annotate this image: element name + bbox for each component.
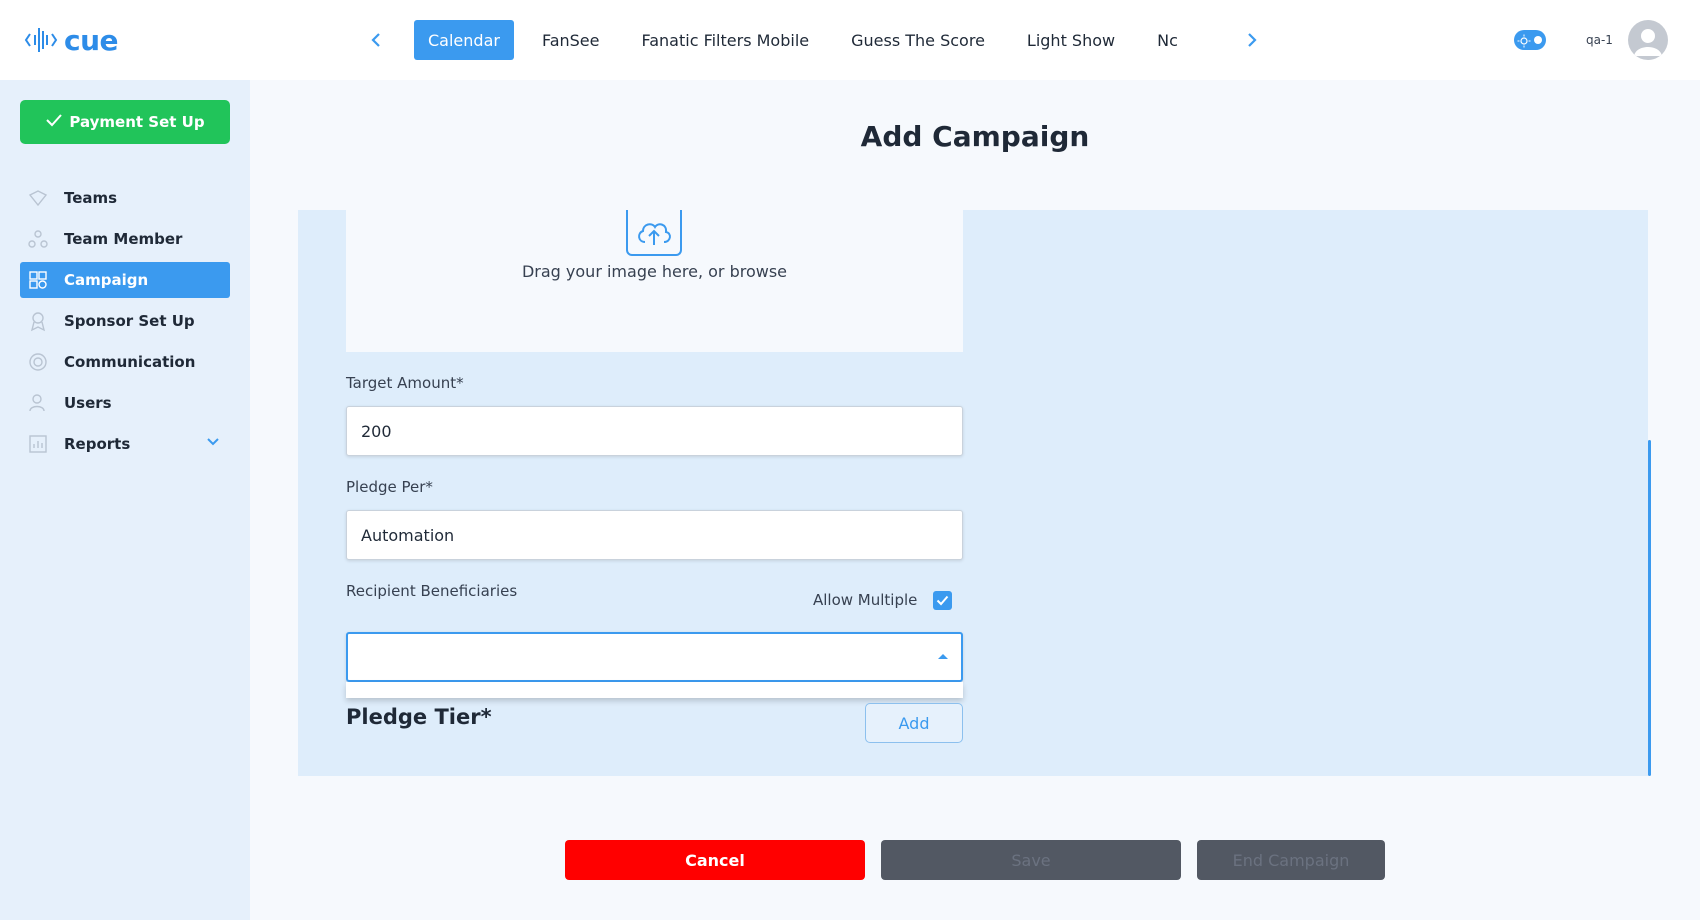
recipient-dropdown-list[interactable] xyxy=(346,682,963,698)
add-pledge-tier-button[interactable]: Add xyxy=(865,703,963,743)
end-campaign-button[interactable]: End Campaign xyxy=(1197,840,1385,880)
allow-multiple-checkbox[interactable] xyxy=(933,591,952,610)
logo-wave-icon xyxy=(24,22,60,58)
scrollbar[interactable] xyxy=(1648,440,1651,776)
team-member-icon xyxy=(26,227,50,251)
top-bar: Calendar FanSee Fanatic Filters Mobile G… xyxy=(250,0,1700,80)
sidebar-item-label: Users xyxy=(64,394,112,412)
pledge-per-input[interactable]: Automation xyxy=(346,510,963,560)
user-name: qa-1 xyxy=(1586,33,1613,47)
payment-setup-button[interactable]: Payment Set Up xyxy=(20,100,230,144)
sidebar-item-users[interactable]: Users xyxy=(20,385,230,421)
users-icon xyxy=(26,391,50,415)
chevron-down-icon[interactable] xyxy=(206,435,220,453)
sun-icon xyxy=(1517,33,1531,52)
pledge-tier-heading: Pledge Tier* xyxy=(346,705,492,729)
cancel-button[interactable]: Cancel xyxy=(565,840,865,880)
target-amount-input[interactable]: 200 xyxy=(346,406,963,456)
sidebar-item-campaign[interactable]: Campaign xyxy=(20,262,230,298)
upload-instructions: Drag your image here, or browse xyxy=(521,262,788,281)
teams-icon xyxy=(26,186,50,210)
sidebar-nav: Teams Team Member Campaign Sponsor Set U… xyxy=(20,180,230,467)
avatar[interactable] xyxy=(1628,20,1668,60)
sidebar-item-communication[interactable]: Communication xyxy=(20,344,230,380)
sidebar-item-teams[interactable]: Teams xyxy=(20,180,230,216)
check-icon xyxy=(45,113,63,131)
save-button[interactable]: Save xyxy=(881,840,1181,880)
page-title: Add Campaign xyxy=(860,120,1090,153)
campaign-icon xyxy=(26,268,50,292)
tab-fansee[interactable]: FanSee xyxy=(528,20,614,60)
recipient-beneficiaries-select[interactable] xyxy=(346,632,963,682)
sponsor-icon xyxy=(26,309,50,333)
payment-setup-label: Payment Set Up xyxy=(69,113,205,131)
logo[interactable]: cue xyxy=(0,0,250,80)
cloud-upload-icon[interactable] xyxy=(626,210,682,256)
tabs-prev-icon[interactable] xyxy=(366,28,386,52)
caret-up-icon[interactable] xyxy=(938,654,948,659)
tab-truncated[interactable]: Nc xyxy=(1143,20,1178,60)
tab-light-show[interactable]: Light Show xyxy=(1013,20,1129,60)
allow-multiple-label: Allow Multiple xyxy=(813,591,918,609)
sidebar-item-reports[interactable]: Reports xyxy=(20,426,230,462)
sidebar-item-label: Communication xyxy=(64,353,196,371)
sidebar-item-sponsor[interactable]: Sponsor Set Up xyxy=(20,303,230,339)
theme-toggle[interactable] xyxy=(1514,30,1546,50)
target-amount-label: Target Amount* xyxy=(346,374,464,392)
sidebar-item-label: Sponsor Set Up xyxy=(64,312,195,330)
tabs-next-icon[interactable] xyxy=(1242,28,1262,52)
tab-calendar[interactable]: Calendar xyxy=(414,20,514,60)
sidebar-item-team-member[interactable]: Team Member xyxy=(20,221,230,257)
app-tabs: Calendar FanSee Fanatic Filters Mobile G… xyxy=(414,20,1234,60)
sidebar-item-label: Reports xyxy=(64,435,131,453)
toggle-knob xyxy=(1534,36,1542,44)
reports-icon xyxy=(26,432,50,456)
pledge-per-label: Pledge Per* xyxy=(346,478,433,496)
sidebar-item-label: Campaign xyxy=(64,271,149,289)
communication-icon xyxy=(26,350,50,374)
logo-text: cue xyxy=(64,23,119,57)
tab-guess-the-score[interactable]: Guess The Score xyxy=(837,20,999,60)
sidebar-item-label: Team Member xyxy=(64,230,183,248)
recipient-beneficiaries-label: Recipient Beneficiaries xyxy=(346,582,518,600)
image-upload-dropzone[interactable]: Drag your image here, or browse xyxy=(346,210,963,352)
tab-fanatic-filters-mobile[interactable]: Fanatic Filters Mobile xyxy=(627,20,823,60)
sidebar-item-label: Teams xyxy=(64,189,118,207)
